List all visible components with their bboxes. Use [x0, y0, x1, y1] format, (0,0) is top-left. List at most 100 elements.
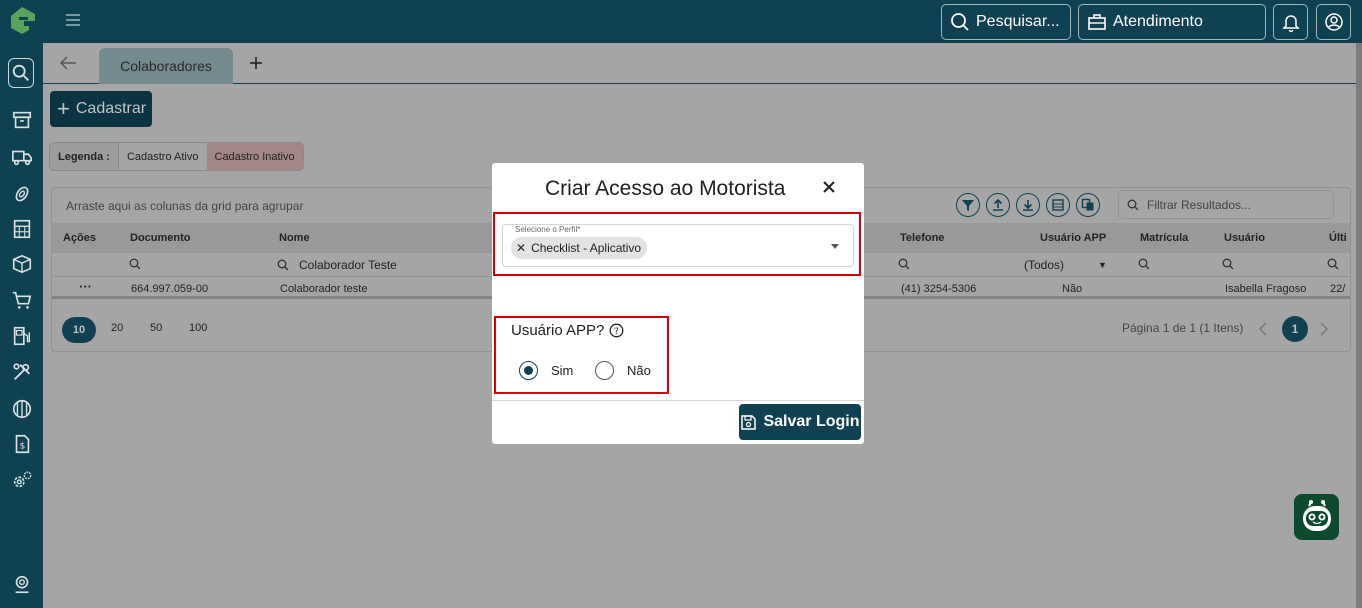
box-icon[interactable] — [9, 251, 35, 277]
row-actions-button[interactable]: ··· — [79, 279, 92, 294]
radio-nao[interactable] — [595, 361, 614, 380]
legend-title: Legenda : — [50, 143, 118, 170]
svg-text:?: ? — [615, 327, 620, 337]
notifications-button[interactable] — [1273, 4, 1308, 40]
filter-toggle-button[interactable] — [956, 193, 980, 217]
save-login-button[interactable]: Salvar Login — [739, 404, 861, 440]
support-icon[interactable] — [9, 571, 35, 597]
column-usuario[interactable]: Usuário — [1224, 232, 1265, 244]
search-icon — [1138, 258, 1150, 270]
filter-usuario[interactable] — [1222, 258, 1234, 270]
search-icon — [129, 258, 141, 270]
radio-sim[interactable] — [519, 361, 538, 380]
copy-icon — [1081, 198, 1094, 211]
search-label: Pesquisar... — [976, 13, 1060, 30]
column-acoes[interactable]: Ações — [63, 232, 96, 244]
cadastrar-button[interactable]: + Cadastrar — [50, 91, 152, 127]
search-icon — [277, 259, 289, 271]
atendimento-label: Atendimento — [1113, 13, 1203, 30]
upload-button[interactable] — [986, 193, 1010, 217]
radio-sim-label: Sim — [551, 363, 574, 378]
tire-icon[interactable] — [9, 181, 35, 207]
upload-icon — [993, 198, 1003, 211]
wheels-icon[interactable] — [9, 396, 35, 422]
copy-button[interactable] — [1076, 193, 1100, 217]
search-icon — [951, 13, 969, 31]
column-usuario-app[interactable]: Usuário APP — [1040, 232, 1106, 244]
cell-nome: Colaborador teste — [280, 283, 368, 295]
user-icon — [1324, 13, 1343, 31]
help-icon[interactable]: ? — [609, 323, 624, 338]
cell-documento: 664.997.059-00 — [131, 283, 209, 295]
page-button-current[interactable]: 1 — [1282, 316, 1308, 342]
filter-ultimo[interactable] — [1327, 258, 1339, 270]
svg-text:$: $ — [20, 441, 26, 452]
column-telefone[interactable]: Telefone — [900, 232, 944, 244]
profile-button[interactable] — [1316, 4, 1351, 40]
legend-inativo: Cadastro Inativo — [206, 143, 303, 170]
export-button[interactable] — [1046, 193, 1070, 217]
global-search-button[interactable]: Pesquisar... — [941, 4, 1071, 40]
search-icon — [1222, 258, 1234, 270]
scrollbar[interactable] — [1356, 43, 1362, 608]
back-arrow-icon[interactable] — [59, 55, 77, 71]
funnel-icon — [962, 200, 974, 211]
app-user-label: Usuário APP? — [511, 322, 605, 339]
create-access-modal: Criar Acesso ao Motorista Selecione o Pe… — [492, 163, 864, 444]
modal-title: Criar Acesso ao Motorista — [545, 177, 786, 200]
save-login-label: Salvar Login — [763, 413, 860, 430]
cell-telefone: (41) 3254-5306 — [901, 283, 977, 295]
sidebar-search-icon[interactable] — [8, 58, 34, 88]
filter-telefone[interactable] — [898, 258, 910, 270]
cell-usuario-app: Não — [1062, 283, 1083, 295]
column-documento[interactable]: Documento — [130, 232, 191, 244]
column-nome[interactable]: Nome — [279, 232, 310, 244]
column-matricula[interactable]: Matrícula — [1140, 232, 1188, 244]
profile-chip-label: Checklist - Aplicativo — [531, 241, 642, 255]
filter-results-input[interactable]: Filtrar Resultados... — [1118, 190, 1334, 219]
next-page-icon[interactable] — [1318, 321, 1330, 337]
add-tab-icon[interactable] — [248, 55, 264, 71]
filter-usuario-app[interactable]: (Todos) ▼ — [1024, 258, 1107, 272]
calculator-icon[interactable] — [9, 216, 35, 242]
filter-results-placeholder: Filtrar Resultados... — [1147, 197, 1252, 212]
search-icon — [1127, 199, 1139, 210]
robot-icon — [1302, 500, 1331, 531]
save-icon — [741, 414, 757, 430]
radio-nao-label: Não — [627, 363, 651, 378]
column-ultimo[interactable]: Últi — [1329, 232, 1347, 244]
settings-icon[interactable] — [9, 467, 35, 493]
fuel-icon[interactable] — [9, 323, 35, 349]
chevron-down-icon[interactable] — [831, 244, 839, 249]
truck-icon[interactable] — [9, 144, 35, 170]
menu-icon[interactable] — [65, 12, 81, 28]
filter-matricula[interactable] — [1138, 258, 1150, 270]
page-info: Página 1 de 1 (1 Itens) — [1122, 321, 1244, 335]
close-icon[interactable] — [822, 180, 836, 194]
cart-icon[interactable] — [9, 287, 35, 313]
page-size-50[interactable]: 50 — [150, 322, 162, 334]
archive-icon[interactable] — [9, 107, 35, 133]
finance-icon[interactable]: $ — [9, 431, 35, 457]
app-user-question: Usuário APP? ? — [511, 322, 624, 339]
logo-icon[interactable] — [4, 4, 40, 40]
tab-colaboradores[interactable]: Colaboradores — [99, 48, 233, 84]
download-button[interactable] — [1016, 193, 1040, 217]
briefcase-icon — [1088, 14, 1106, 30]
filter-usuario-app-value: (Todos) — [1024, 258, 1065, 272]
sidebar: $ — [0, 0, 43, 608]
filter-documento[interactable] — [129, 258, 141, 270]
spreadsheet-icon — [1052, 199, 1064, 211]
atendimento-button[interactable]: Atendimento — [1078, 4, 1266, 40]
tools-icon[interactable] — [9, 359, 35, 385]
chip-remove-icon[interactable]: ✕ — [516, 241, 526, 255]
page-size-100[interactable]: 100 — [189, 322, 207, 334]
page-size-10[interactable]: 10 — [62, 317, 96, 343]
page-size-20[interactable]: 20 — [111, 322, 123, 334]
filter-nome[interactable]: Colaborador Teste — [277, 258, 397, 272]
search-icon — [1327, 258, 1339, 270]
cell-ultimo: 22/ — [1330, 283, 1346, 295]
assistant-bot-button[interactable] — [1294, 494, 1339, 540]
prev-page-icon[interactable] — [1257, 321, 1269, 337]
profile-select-label: Selecione o Perfil* — [515, 225, 581, 234]
